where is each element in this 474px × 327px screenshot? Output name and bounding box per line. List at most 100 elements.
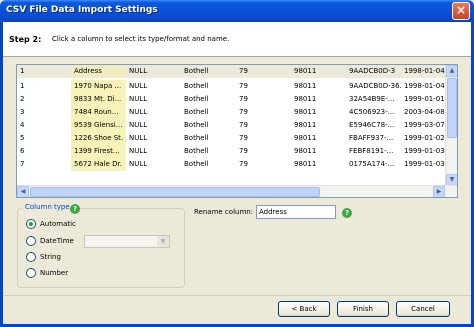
table-cell: 1999-01-03 bbox=[404, 160, 445, 168]
horizontal-scroll-thumb[interactable] bbox=[30, 187, 320, 197]
table-cell: 1999-03-07 bbox=[404, 121, 445, 129]
table-cell: 9833 Mt. Di... bbox=[71, 93, 126, 106]
table-cell: 1399 Firest... bbox=[71, 145, 126, 158]
table-cell: 1226 Shoe St. bbox=[71, 132, 126, 145]
table-cell: 4C506923-... bbox=[349, 108, 395, 116]
header-cell-4[interactable]: Bothell bbox=[181, 65, 236, 78]
table-row[interactable]: 6 1399 Firest... NULL Bothell 79 98011 F… bbox=[17, 145, 447, 158]
table-cell: 9539 Glensi... bbox=[71, 119, 126, 132]
table-cell: E5946C78-... bbox=[349, 121, 395, 129]
table-cell: 79 bbox=[239, 160, 248, 168]
table-cell: 0175A174-... bbox=[349, 160, 395, 168]
help-icon[interactable]: ? bbox=[342, 208, 352, 218]
rename-column-label: Rename column: bbox=[194, 208, 254, 216]
data-preview-grid[interactable]: 1 Address NULL Bothell 79 98011 9AADCB0D… bbox=[16, 64, 458, 198]
table-cell: FEBF8191-... bbox=[349, 147, 394, 155]
table-cell: 2 bbox=[20, 95, 25, 103]
table-cell: 7 bbox=[20, 160, 25, 168]
table-cell: Bothell bbox=[184, 95, 209, 103]
footer-divider bbox=[3, 295, 471, 296]
radio-automatic[interactable] bbox=[26, 219, 36, 229]
chevron-down-icon: ▼ bbox=[157, 236, 169, 247]
close-button[interactable]: × bbox=[452, 2, 470, 20]
header-cell-3[interactable]: NULL bbox=[126, 65, 181, 78]
table-cell: NULL bbox=[129, 121, 148, 129]
table-row[interactable]: 4 9539 Glensi... NULL Bothell 79 98011 E… bbox=[17, 119, 447, 132]
table-row[interactable]: 2 9833 Mt. Di... NULL Bothell 79 98011 3… bbox=[17, 93, 447, 106]
table-cell: 1999-01-03 bbox=[404, 147, 445, 155]
table-cell: 98011 bbox=[294, 108, 317, 116]
table-row[interactable]: 1 1970 Napa ... NULL Bothell 79 98011 9A… bbox=[17, 80, 447, 93]
table-cell: 79 bbox=[239, 108, 248, 116]
table-cell: 98011 bbox=[294, 82, 317, 90]
back-button[interactable]: < Back bbox=[278, 301, 330, 317]
rename-column-input[interactable] bbox=[256, 205, 336, 219]
table-cell: 1998-01-04 bbox=[404, 82, 445, 90]
radio-number[interactable] bbox=[26, 268, 36, 278]
table-cell: 1999-01-02 bbox=[404, 134, 445, 142]
table-cell: Bothell bbox=[184, 82, 209, 90]
vertical-scroll-thumb[interactable] bbox=[447, 78, 457, 138]
window-title: CSV File Data Import Settings bbox=[6, 5, 158, 15]
header-cell-address[interactable]: Address bbox=[71, 65, 126, 78]
table-cell: 32A54B9E-... bbox=[349, 95, 395, 103]
header-cell-7[interactable]: 9AADCB0D-3 bbox=[346, 65, 401, 78]
radio-automatic-label[interactable]: Automatic bbox=[40, 220, 76, 228]
table-cell: 7484 Roun... bbox=[71, 106, 126, 119]
help-icon[interactable]: ? bbox=[70, 204, 80, 214]
table-cell: Bothell bbox=[184, 108, 209, 116]
table-cell: Bothell bbox=[184, 147, 209, 155]
table-cell: Bothell bbox=[184, 121, 209, 129]
cancel-button[interactable]: Cancel bbox=[396, 301, 450, 317]
table-cell: 98011 bbox=[294, 121, 317, 129]
title-bar: CSV File Data Import Settings × bbox=[0, 0, 474, 22]
table-cell: NULL bbox=[129, 108, 148, 116]
radio-string[interactable] bbox=[26, 252, 36, 262]
header-cell-8[interactable]: 1998-01-04 bbox=[401, 65, 447, 78]
header-cell-5[interactable]: 79 bbox=[236, 65, 291, 78]
table-cell: 79 bbox=[239, 95, 248, 103]
scroll-up-icon[interactable]: ▲ bbox=[446, 65, 457, 77]
horizontal-scrollbar[interactable]: ◀ ▶ bbox=[17, 185, 457, 197]
table-cell: 3 bbox=[20, 108, 25, 116]
finish-button[interactable]: Finish bbox=[337, 301, 389, 317]
header-cell-6[interactable]: 98011 bbox=[291, 65, 346, 78]
radio-datetime[interactable] bbox=[26, 236, 36, 246]
table-row[interactable]: 7 5672 Hale Dr. NULL Bothell 79 98011 01… bbox=[17, 158, 447, 171]
table-cell: NULL bbox=[129, 160, 148, 168]
table-cell: 1 bbox=[20, 82, 25, 90]
table-cell: 79 bbox=[239, 147, 248, 155]
table-cell: 98011 bbox=[294, 160, 317, 168]
table-cell: 5672 Hale Dr. bbox=[71, 158, 126, 171]
radio-datetime-label[interactable]: DateTime bbox=[40, 237, 74, 245]
header-cell-1[interactable]: 1 bbox=[17, 65, 71, 78]
table-cell: 4 bbox=[20, 121, 25, 129]
scroll-left-icon[interactable]: ◀ bbox=[17, 186, 29, 197]
vertical-scrollbar[interactable]: ▲ ▼ bbox=[445, 65, 457, 186]
radio-string-label[interactable]: String bbox=[40, 253, 61, 261]
table-row[interactable]: 3 7484 Roun... NULL Bothell 79 98011 4C5… bbox=[17, 106, 447, 119]
radio-number-label[interactable]: Number bbox=[40, 269, 68, 277]
table-cell: 98011 bbox=[294, 95, 317, 103]
table-cell: NULL bbox=[129, 82, 148, 90]
table-cell: 98011 bbox=[294, 147, 317, 155]
table-cell: 79 bbox=[239, 82, 248, 90]
table-cell: 98011 bbox=[294, 134, 317, 142]
table-cell: NULL bbox=[129, 95, 148, 103]
table-cell: 79 bbox=[239, 134, 248, 142]
table-cell: 79 bbox=[239, 121, 248, 129]
table-cell: Bothell bbox=[184, 134, 209, 142]
table-cell: 1970 Napa ... bbox=[71, 80, 126, 93]
table-cell: Bothell bbox=[184, 160, 209, 168]
table-cell: 5 bbox=[20, 134, 25, 142]
scroll-right-icon[interactable]: ▶ bbox=[433, 186, 445, 197]
table-row[interactable]: 5 1226 Shoe St. NULL Bothell 79 98011 FB… bbox=[17, 132, 447, 145]
table-cell: NULL bbox=[129, 147, 148, 155]
step-description: Click a column to select its type/format… bbox=[52, 35, 230, 43]
table-cell: FBAFF937-... bbox=[349, 134, 394, 142]
table-cell: 6 bbox=[20, 147, 25, 155]
step-label: Step 2: bbox=[9, 35, 42, 44]
table-cell: 2003-04-08 bbox=[404, 108, 445, 116]
grid-header-row: 1 Address NULL Bothell 79 98011 9AADCB0D… bbox=[17, 65, 447, 78]
datetime-format-dropdown: ▼ bbox=[84, 235, 170, 248]
